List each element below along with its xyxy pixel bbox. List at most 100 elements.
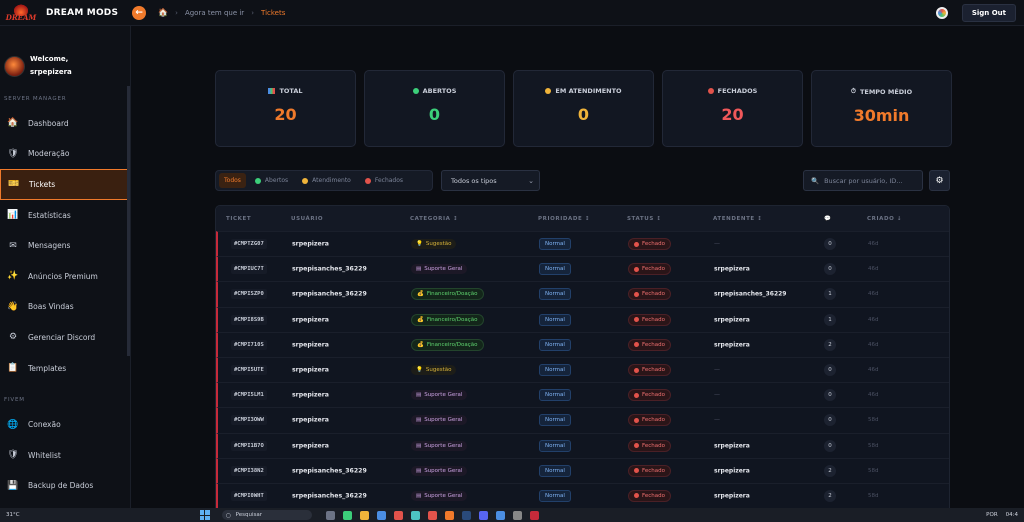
red-dot-icon <box>707 88 714 94</box>
app-icon[interactable] <box>393 510 403 520</box>
weather-widget[interactable]: 31°C <box>6 512 20 518</box>
created-date: 58d <box>868 442 879 449</box>
table-row[interactable]: #CMPI5UTE srpepizera 💡 Sugestão Normal Fechad… <box>216 356 949 383</box>
table-row[interactable]: #CMPI1B7O srpepizera ▤ Suporte Geral Normal F… <box>216 432 949 458</box>
sidebar-item-anuncios-premium[interactable]: ✨ Anúncios Premium <box>0 261 130 292</box>
sidebar-item-boas-vindas[interactable]: 👋 Boas Vindas <box>0 292 130 323</box>
app-icon[interactable] <box>529 510 539 520</box>
brave-icon[interactable] <box>444 510 454 520</box>
discord-icon[interactable] <box>478 510 488 520</box>
created-date: 46d <box>868 392 879 399</box>
created-date: 46d <box>868 291 879 298</box>
app-icon[interactable] <box>342 510 352 520</box>
sidebar-scrollbar[interactable] <box>127 86 130 356</box>
sidebar-item-gerenciar-discord[interactable]: ⚙ Gerenciar Discord <box>0 322 130 353</box>
sidebar-item-whitelist[interactable]: 🛡 Whitelist <box>0 440 130 471</box>
sidebar-item-backup-de-dados[interactable]: 💾 Backup de Dados <box>0 471 130 502</box>
app-icon[interactable] <box>376 510 386 520</box>
header-criado[interactable]: CRIADO ↓ <box>867 216 902 222</box>
table-row[interactable]: #CMPI5LM1 srpepizera ▤ Suporte Geral Normal F… <box>216 382 949 408</box>
tab-abertos[interactable]: Abertos <box>250 173 293 188</box>
ticket-id[interactable]: #CMPI8S9B <box>231 314 267 325</box>
chrome-icon[interactable] <box>427 510 437 520</box>
stat-value: 0 <box>428 105 441 124</box>
sidebar-item-mensagens[interactable]: ✉ Mensagens <box>0 230 130 261</box>
search-input[interactable]: 🔍 Buscar por usuário, ID... <box>803 170 923 191</box>
home-icon[interactable]: 🏠 <box>158 8 168 17</box>
edge-icon[interactable] <box>410 510 420 520</box>
header-categoria[interactable]: CATEGORIA ↕ <box>410 216 458 222</box>
sidebar-nav: 🏠 Dashboard 🛡 Moderação 🎫 Tickets 📊 Estatíst… <box>0 108 130 383</box>
steam-icon[interactable] <box>461 510 471 520</box>
category-icon: 💰 <box>417 341 424 348</box>
table-row[interactable]: #CMPI710S srpepizera 💰 Financeiro/Doação Nor… <box>216 331 949 357</box>
sign-out-button[interactable]: Sign Out <box>961 4 1016 22</box>
collapse-sidebar-button[interactable]: ← <box>132 5 147 20</box>
sidebar-item-dashboard[interactable]: 🏠 Dashboard <box>0 108 130 139</box>
category-icon: ▤ <box>416 417 422 424</box>
ticket-id[interactable]: #CMPI5LM1 <box>231 390 267 401</box>
header-messages-icon[interactable]: 💬 <box>824 216 831 222</box>
status-label: Fechado <box>642 241 665 248</box>
category-icon: 💰 <box>417 316 424 323</box>
ticket-id[interactable]: #CMPI5UTE <box>231 365 267 376</box>
folder-icon[interactable] <box>359 510 369 520</box>
ticket-id[interactable]: #CMPI710S <box>231 339 267 350</box>
sidebar-item-moderacao[interactable]: 🛡 Moderação <box>0 139 130 170</box>
app-logo[interactable]: DREAM <box>4 2 38 24</box>
search-icon: 🔍 <box>811 176 820 185</box>
ticket-id[interactable]: #CMPISZP0 <box>231 289 267 300</box>
ticket-id[interactable]: #CMPIUC7T <box>231 264 267 275</box>
table-row[interactable]: #CMPIUC7T srpepisanches_36229 ▤ Suporte Ger… <box>216 256 949 282</box>
table-settings-button[interactable]: ⚙ <box>929 170 950 191</box>
taskbar-search[interactable]: Pesquisar <box>221 510 312 520</box>
sidebar-item-templates[interactable]: 📋 Templates <box>0 353 130 384</box>
windows-start-icon[interactable] <box>199 510 210 520</box>
stat-label: TOTAL <box>279 87 303 95</box>
ticket-id[interactable]: #CMPI1B7O <box>231 440 267 451</box>
table-row[interactable]: #CMPI0WHT srpepisanches_36229 ▤ Suporte Ger… <box>216 482 949 509</box>
clock[interactable]: 04:4 <box>1006 512 1018 518</box>
os-taskbar: 31°C Pesquisar POR 04:4 <box>0 508 1024 522</box>
ticket-id[interactable]: #CMPI0WHT <box>231 490 267 501</box>
sidebar-item-conexao[interactable]: 🌐 Conexão <box>0 409 130 440</box>
sidebar-item-label: Backup de Dados <box>28 481 94 491</box>
header-status[interactable]: STATUS ↕ <box>627 216 662 222</box>
ticket-user: srpepizera <box>292 316 329 324</box>
status-label: Fechado <box>642 291 665 298</box>
table-row[interactable]: #CMPI38N2 srpepisanches_36229 ▤ Suporte Ger… <box>216 457 949 483</box>
ticket-id[interactable]: #CMPI3OWW <box>231 415 267 426</box>
breadcrumb-item[interactable]: Agora tem que ir <box>185 9 244 17</box>
theme-palette-icon[interactable] <box>935 7 948 19</box>
tab-todos[interactable]: Todos <box>219 173 246 188</box>
stat-label: TEMPO MÉDIO <box>859 87 913 96</box>
ticket-user: srpepizera <box>292 391 329 399</box>
sidebar-item-estatisticas[interactable]: 📊 Estatísticas <box>0 200 130 231</box>
select-value: Todos os tipos <box>451 176 497 185</box>
header-usuario[interactable]: USUÁRIO <box>291 216 323 222</box>
header-prioridade[interactable]: PRIORIDADE ↕ <box>538 216 590 222</box>
table-row[interactable]: #CMPI3OWW srpepizera ▤ Suporte Geral Normal F… <box>216 407 949 433</box>
sidebar-item-tickets[interactable]: 🎫 Tickets <box>0 169 128 200</box>
header-ticket[interactable]: TICKET <box>226 216 251 222</box>
tab-atendimento[interactable]: Atendimento <box>297 173 356 188</box>
header-atendente[interactable]: ATENDENTE ↕ <box>713 216 763 222</box>
type-filter-select[interactable]: Todos os tipos ⌄ <box>441 170 540 191</box>
app-icon[interactable] <box>512 510 522 520</box>
table-row[interactable]: #CMPTZG07 srpepizera 💡 Sugestão Normal Fechad… <box>216 231 949 257</box>
table-row[interactable]: #CMPI8S9B srpepizera 💰 Financeiro/Doação Nor… <box>216 306 949 332</box>
table-row[interactable]: #CMPISZP0 srpepisanches_36229 💰 Financeiro/… <box>216 281 949 307</box>
vscode-icon[interactable] <box>495 510 505 520</box>
globe-icon: 🌐 <box>7 419 19 430</box>
app-icon[interactable] <box>325 510 335 520</box>
ticket-id[interactable]: #CMPI38N2 <box>231 465 267 476</box>
lang-indicator[interactable]: POR <box>986 512 997 518</box>
chevron-down-icon: ⌄ <box>528 176 534 185</box>
created-date: 58d <box>868 417 879 424</box>
tab-fechados[interactable]: Fechados <box>360 173 408 188</box>
ticket-user: srpepisanches_36229 <box>292 467 367 475</box>
avatar[interactable] <box>4 55 25 77</box>
status-badge: Fechado <box>628 489 671 502</box>
ticket-id[interactable]: #CMPTZG07 <box>231 239 267 250</box>
table-header: TICKET USUÁRIO CATEGORIA ↕ PRIORIDADE ↕ … <box>216 206 949 231</box>
